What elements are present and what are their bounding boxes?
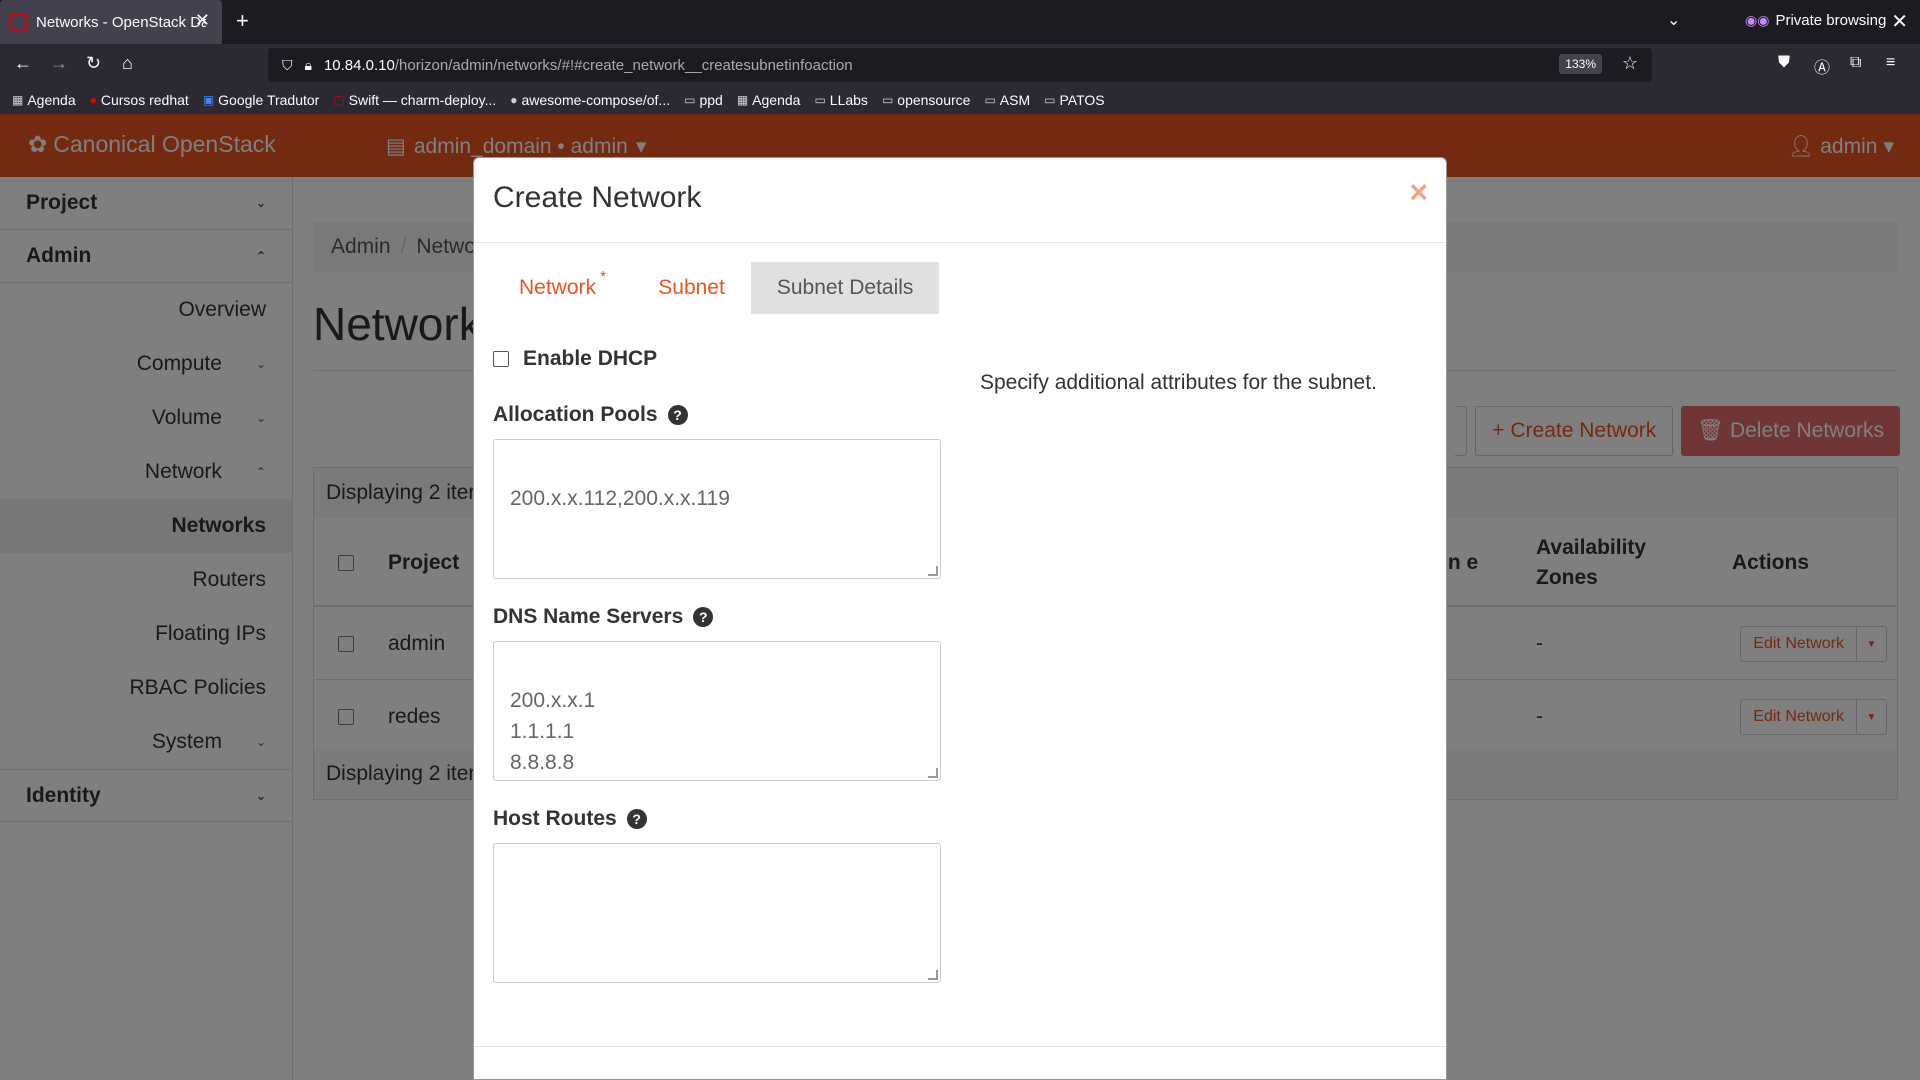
enable-dhcp-checkbox[interactable]	[493, 351, 509, 367]
host-routes-label-row: Host Routes ?	[493, 807, 941, 831]
wizard-tabs: Network * Subnet Subnet Details	[493, 262, 940, 314]
url-bar[interactable]: ⛉ 🔒︎ 10.84.0.10 /horizon/admin/networks/…	[268, 48, 1652, 82]
redhat-icon: ●	[89, 93, 97, 107]
translate-icon: ▣	[202, 93, 215, 107]
subnet-details-form: Enable DHCP Allocation Pools ? 200.x.x.1…	[493, 341, 941, 983]
required-asterisk-icon: *	[600, 269, 607, 286]
folder-icon: ▭	[814, 93, 826, 107]
host-routes-label: Host Routes	[493, 807, 617, 830]
browser-navbar: ← → ↻ ⌂ ⛉ 🔒︎ 10.84.0.10 /horizon/admin/n…	[0, 44, 1920, 86]
host-routes-textarea[interactable]	[493, 843, 941, 983]
tab-list-chevron-icon[interactable]: ⌄	[1667, 10, 1680, 30]
modal-title: Create Network	[493, 181, 702, 214]
bookmark-folder[interactable]: ▭ PATOS	[1044, 92, 1104, 108]
close-icon[interactable]: ×	[1409, 174, 1428, 211]
allocation-pools-textarea[interactable]: 200.x.x.112,200.x.x.119	[493, 439, 941, 579]
tab-subnet[interactable]: Subnet	[632, 262, 751, 314]
tab-close-icon[interactable]: ✕	[195, 10, 210, 31]
folder-icon: ▭	[984, 93, 996, 107]
enable-dhcp-row: Enable DHCP	[493, 341, 941, 377]
github-icon: ●	[510, 93, 518, 107]
back-arrow-icon[interactable]: ←	[14, 53, 32, 74]
shield-icon[interactable]: ⛉	[282, 57, 293, 74]
menu-hamburger-icon[interactable]: ≡	[1886, 54, 1895, 72]
resize-grip-icon[interactable]	[928, 970, 938, 980]
lock-icon[interactable]: 🔒︎	[305, 57, 312, 74]
enable-dhcp-label[interactable]: Enable DHCP	[523, 347, 657, 371]
calendar-icon: ▦	[12, 93, 24, 107]
tab-subnet-details[interactable]: Subnet Details	[750, 262, 940, 314]
browser-tabbar: Networks - OpenStack Da ✕ + ⌄ ◉◉ Private…	[0, 0, 1920, 44]
forward-arrow-icon[interactable]: →	[50, 53, 68, 74]
window-close-icon[interactable]: ✕	[1891, 9, 1908, 34]
subnet-details-help-text: Specify additional attributes for the su…	[980, 371, 1377, 394]
calendar-icon: ▦	[736, 93, 749, 107]
swift-icon: ▢	[333, 93, 345, 107]
allocation-pools-label-row: Allocation Pools ?	[493, 403, 941, 427]
dns-name-servers-label: DNS Name Servers	[493, 605, 684, 628]
allocation-pools-value: 200.x.x.112,200.x.x.119	[510, 487, 730, 510]
account-icon[interactable]: Ⓐ	[1814, 54, 1830, 78]
bookmark-item[interactable]: ▣ Google Tradutor	[203, 92, 320, 108]
url-host: 10.84.0.10	[323, 56, 395, 74]
browser-tab[interactable]: Networks - OpenStack Da ✕	[0, 0, 222, 44]
home-icon[interactable]: ⌂	[122, 53, 133, 74]
bookmark-star-icon[interactable]: ☆	[1622, 53, 1638, 74]
bookmark-folder[interactable]: ▭ LLabs	[814, 92, 868, 108]
modal-header: Create Network ×	[474, 158, 1446, 243]
help-question-icon[interactable]: ?	[626, 809, 647, 829]
bookmark-item[interactable]: ● awesome-compose/of...	[510, 92, 670, 108]
bookmark-folder[interactable]: ▭ ppd	[684, 92, 723, 108]
folder-icon: ▭	[1044, 93, 1056, 107]
private-mask-icon: ◉◉	[1745, 12, 1770, 28]
dns-label-row: DNS Name Servers ?	[493, 605, 941, 629]
bookmark-item[interactable]: ▦ Agenda	[12, 92, 76, 108]
folder-icon: ▭	[684, 93, 696, 107]
bookmark-item[interactable]: ● Cursos redhat	[90, 92, 189, 108]
dns-name-servers-textarea[interactable]: 200.x.x.1 1.1.1.1 8.8.8.8	[493, 641, 941, 781]
create-network-modal: Create Network × Network * Subnet Subnet…	[473, 157, 1447, 1080]
openstack-favicon-icon	[10, 13, 28, 31]
private-browsing-indicator: ◉◉ Private browsing	[1745, 12, 1886, 29]
tab-network[interactable]: Network *	[493, 262, 632, 314]
modal-footer-divider	[474, 1046, 1446, 1047]
resize-grip-icon[interactable]	[928, 566, 938, 576]
new-tab-button[interactable]: +	[236, 8, 249, 34]
private-label: Private browsing	[1775, 12, 1887, 29]
reload-icon[interactable]: ↻	[86, 53, 101, 74]
help-question-icon[interactable]: ?	[667, 405, 688, 425]
url-path: /horizon/admin/networks/#!#create_networ…	[394, 56, 853, 74]
help-question-icon[interactable]: ?	[693, 607, 714, 627]
allocation-pools-label: Allocation Pools	[493, 403, 658, 426]
folder-icon: ▭	[881, 93, 894, 107]
extensions-icon[interactable]: ⧉	[1850, 54, 1861, 72]
bookmarks-bar: ▦ Agenda ● Cursos redhat ▣ Google Tradutor …	[0, 86, 1920, 114]
bookmark-folder[interactable]: ▭ opensource	[882, 92, 971, 108]
pocket-icon[interactable]: ⛊	[1778, 54, 1790, 72]
resize-grip-icon[interactable]	[928, 768, 938, 778]
tab-title: Networks - OpenStack Da	[36, 13, 206, 31]
bookmark-item[interactable]: ▢ Swift — charm-deploy...	[333, 92, 496, 108]
dns-name-servers-value: 200.x.x.1 1.1.1.1 8.8.8.8	[510, 689, 596, 774]
zoom-level-badge[interactable]: 133%	[1559, 54, 1602, 74]
bookmark-item[interactable]: ▦ Agenda	[737, 92, 801, 108]
bookmark-folder[interactable]: ▭ ASM	[984, 92, 1030, 108]
